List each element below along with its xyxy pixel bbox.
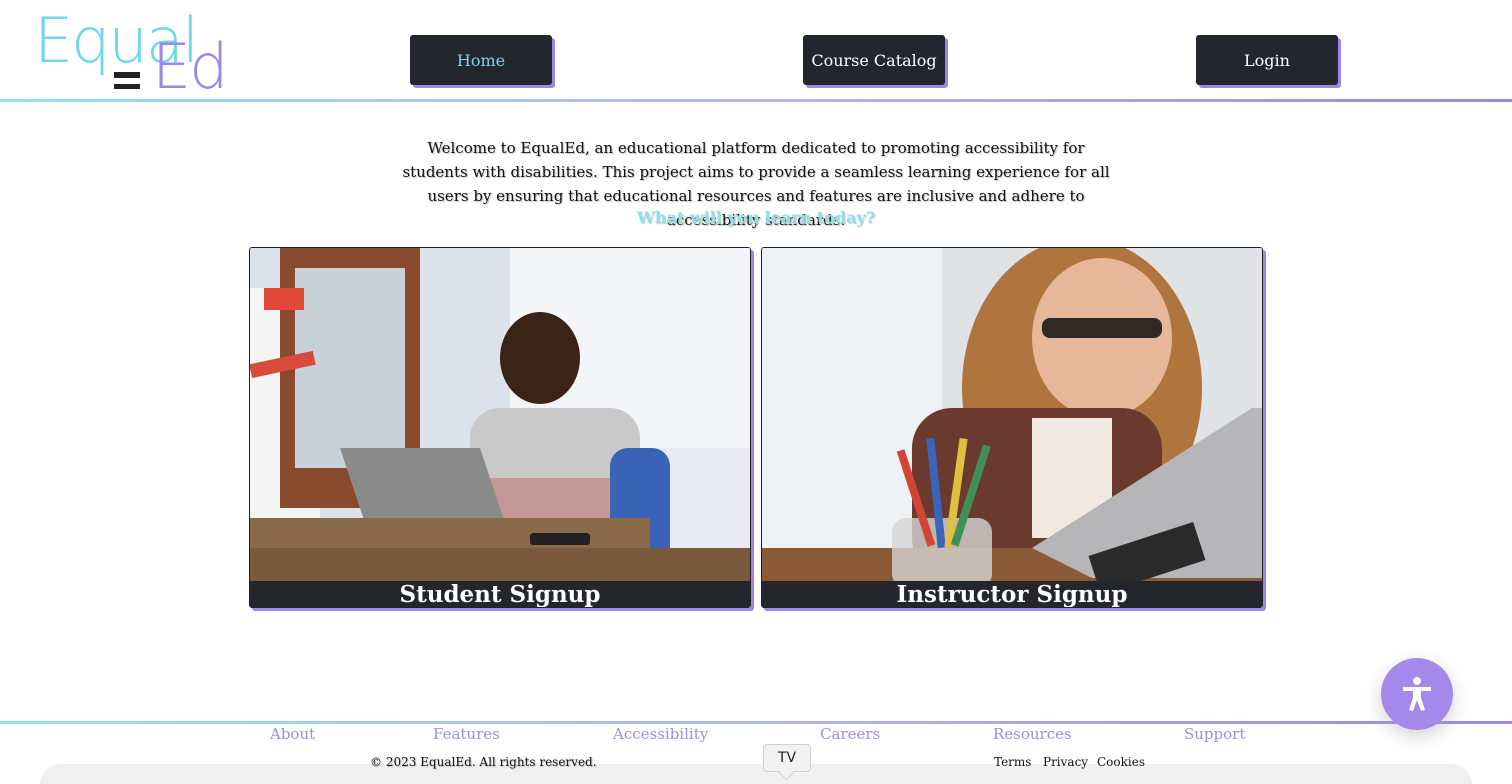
footer-link-about[interactable]: About [270,725,315,743]
tagline: What will you learn today? [636,208,876,227]
footer-divider [0,721,1512,724]
nav-home-button[interactable]: Home [410,35,552,85]
footer-link-careers[interactable]: Careers [820,725,880,743]
accessibility-person-icon [1403,677,1431,711]
instructor-signup-card[interactable]: Instructor Signup [761,247,1263,608]
equaled-logo[interactable]: Equal Ed [34,4,229,103]
copyright-text: © 2023 EqualEd. All rights reserved. [370,755,597,769]
footer-link-resources[interactable]: Resources [993,725,1072,743]
footer-link-terms[interactable]: Terms [994,755,1031,769]
logo-equals-bar-bottom [114,84,140,89]
footer-link-cookies[interactable]: Cookies [1097,755,1145,769]
footer-link-support[interactable]: Support [1184,725,1245,743]
logo-equals-bar-top [114,72,140,78]
student-signup-card[interactable]: Student Signup [249,247,751,608]
header-divider [0,99,1512,102]
accessibility-menu-button[interactable] [1381,658,1453,730]
site-header: Equal Ed Home Course Catalog Login [0,0,1512,103]
student-signup-label: Student Signup [250,581,750,607]
nav-login-button[interactable]: Login [1196,35,1338,85]
tooltip: TV [763,744,811,772]
nav-course-catalog-button[interactable]: Course Catalog [803,35,945,85]
footer-link-accessibility[interactable]: Accessibility [613,725,708,743]
footer-link-privacy[interactable]: Privacy [1043,755,1088,769]
student-photo [250,248,750,607]
footer-background-band [40,764,1472,784]
footer-link-features[interactable]: Features [433,725,500,743]
instructor-signup-label: Instructor Signup [762,581,1262,607]
logo-text-ed: Ed [152,30,229,103]
instructor-photo [762,248,1262,607]
